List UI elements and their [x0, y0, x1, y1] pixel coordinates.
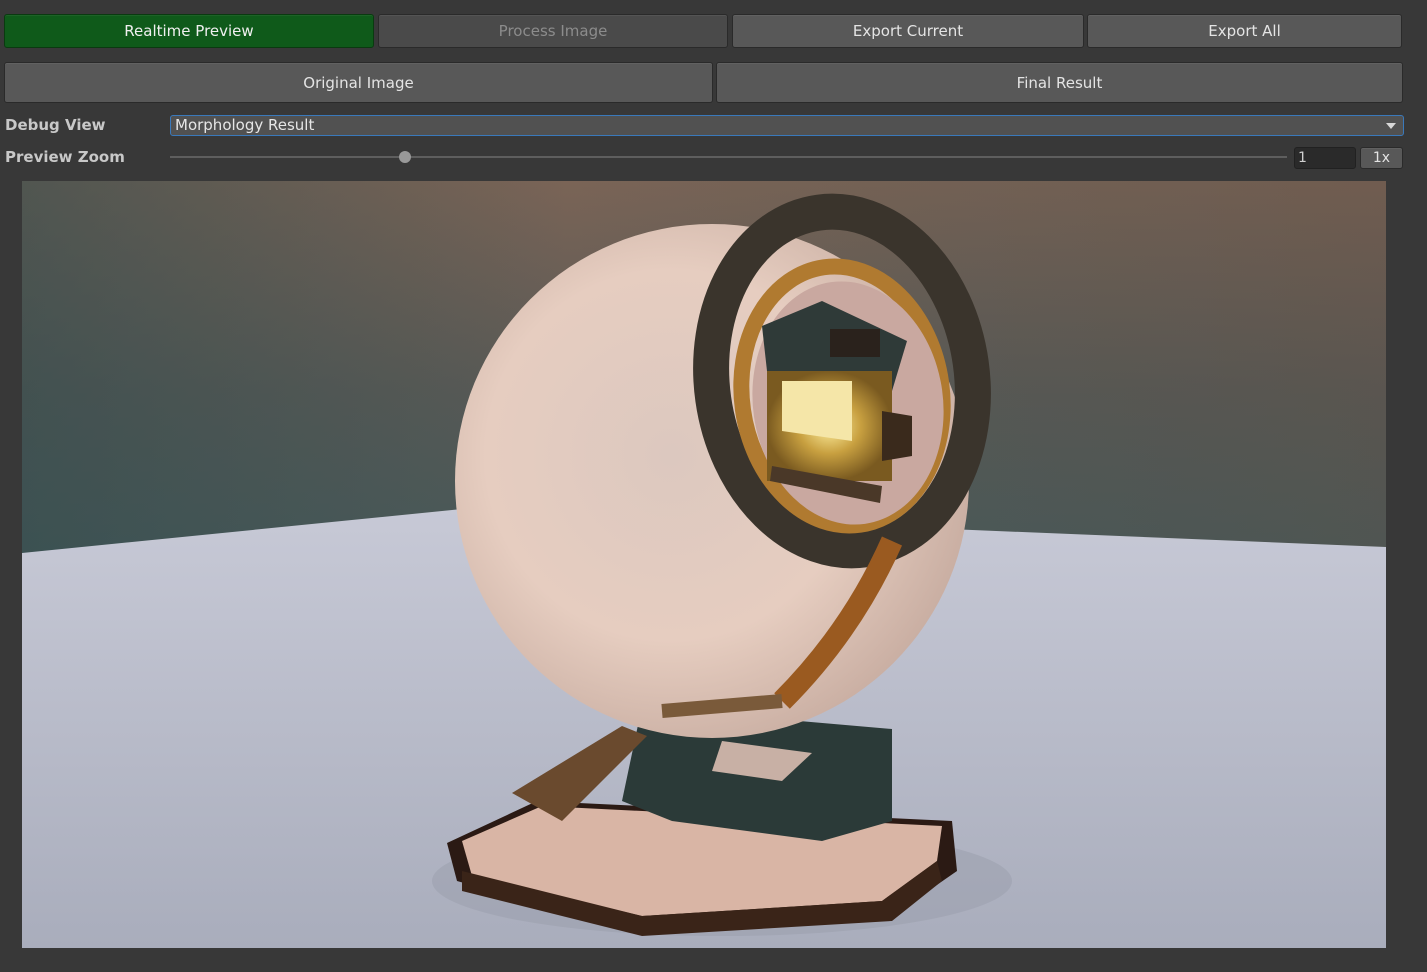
- material-ball-render-icon: [22, 181, 1386, 948]
- chevron-down-icon: [1386, 123, 1396, 129]
- process-image-button[interactable]: Process Image: [378, 14, 728, 48]
- debug-view-dropdown[interactable]: Morphology Result: [170, 115, 1404, 136]
- preview-zoom-slider-handle[interactable]: [398, 151, 411, 163]
- preview-zoom-input[interactable]: 1: [1294, 147, 1356, 169]
- export-all-button[interactable]: Export All: [1087, 14, 1402, 48]
- zoom-reset-button[interactable]: 1x: [1360, 147, 1403, 169]
- export-current-button[interactable]: Export Current: [732, 14, 1084, 48]
- debug-view-label: Debug View: [5, 116, 106, 134]
- preview-zoom-slider-track[interactable]: [170, 156, 1287, 158]
- debug-view-selected: Morphology Result: [175, 116, 315, 134]
- preview-zoom-label: Preview Zoom: [5, 148, 125, 166]
- original-image-button[interactable]: Original Image: [4, 62, 713, 103]
- preview-image: [22, 181, 1386, 948]
- realtime-preview-button[interactable]: Realtime Preview: [4, 14, 374, 48]
- final-result-button[interactable]: Final Result: [716, 62, 1403, 103]
